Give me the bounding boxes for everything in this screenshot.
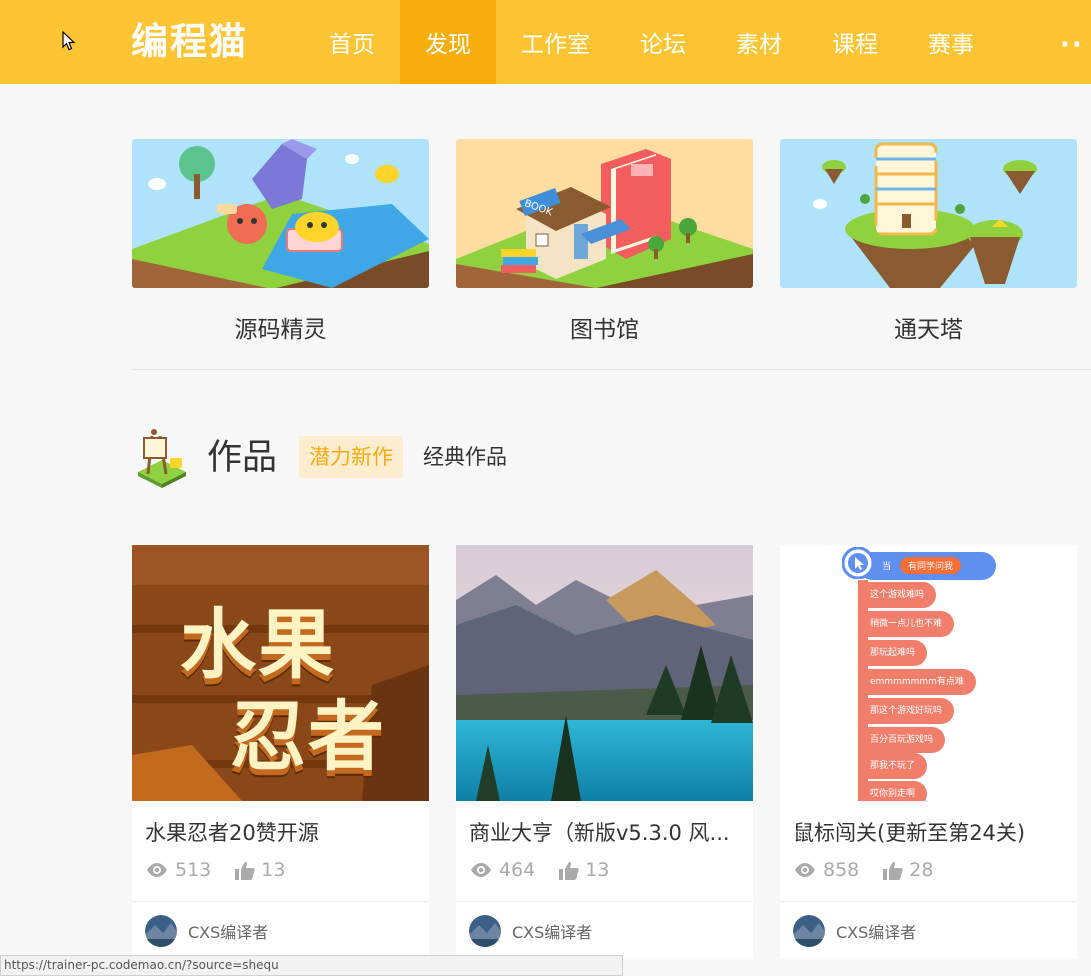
avatar xyxy=(469,915,501,947)
mouse-cursor-icon xyxy=(62,31,76,51)
work-title[interactable]: 商业大亨（新版v5.3.0 风... xyxy=(469,817,744,847)
view-count: 513 xyxy=(175,859,212,881)
code-blocks-cover: 当 有同学问我 这个游戏难吗 稍微一点儿也不难 那玩起难吗 emmmmmmm有点… xyxy=(780,545,1077,801)
thumb-up-icon xyxy=(883,861,903,880)
event-block: 当 有同学问我 xyxy=(858,552,996,580)
status-bar-url: https://trainer-pc.codemao.cn/?source=sh… xyxy=(0,955,623,976)
work-stats: 513 13 xyxy=(145,859,309,881)
nav-item-materials[interactable]: 素材 xyxy=(711,0,807,84)
author-name[interactable]: CXS编译者 xyxy=(836,919,916,943)
more-icon[interactable]: ·· xyxy=(1060,30,1084,60)
author-name[interactable]: CXS编译者 xyxy=(512,919,592,943)
nav-item-courses[interactable]: 课程 xyxy=(807,0,903,84)
feature-label: 图书馆 xyxy=(570,317,639,343)
thumb-up-icon xyxy=(559,861,579,880)
like-count: 13 xyxy=(261,859,286,881)
work-card[interactable]: 当 有同学问我 这个游戏难吗 稍微一点儿也不难 那玩起难吗 emmmmmmm有点… xyxy=(780,545,1077,959)
eye-icon xyxy=(795,863,815,877)
feature-card-library[interactable]: BOOK 图书馆 xyxy=(456,139,753,344)
cover-title-line-2: 忍者 xyxy=(230,692,386,781)
source-sprite-illustration xyxy=(132,139,429,288)
feature-label: 通天塔 xyxy=(894,317,963,343)
thumb-up-icon xyxy=(235,861,255,880)
view-count: 858 xyxy=(823,859,860,881)
work-author[interactable]: CXS编译者 xyxy=(793,915,916,947)
library-illustration: BOOK xyxy=(456,139,753,288)
eye-icon xyxy=(147,863,167,877)
tab-classic-works[interactable]: 经典作品 xyxy=(413,436,517,478)
avatar xyxy=(793,915,825,947)
work-title[interactable]: 水果忍者20赞开源 xyxy=(145,817,420,847)
main-nav: 首页 发现 工作室 论坛 素材 课程 赛事 xyxy=(304,0,999,84)
card-divider xyxy=(456,901,753,902)
say-block: 那玩起难吗 xyxy=(858,640,928,666)
lake-mountain-cover-image xyxy=(456,545,753,801)
say-block: 这个游戏难吗 xyxy=(858,582,937,608)
feature-label: 源码精灵 xyxy=(234,317,327,343)
like-count: 13 xyxy=(585,859,610,881)
feature-card-tower[interactable]: 通天塔 xyxy=(780,139,1077,344)
work-cover: 水果 忍者 xyxy=(132,545,429,801)
easel-icon xyxy=(138,429,186,488)
section-divider xyxy=(132,369,1091,370)
nav-item-forum[interactable]: 论坛 xyxy=(615,0,711,84)
say-block: 那这个游戏好玩吗 xyxy=(858,698,955,724)
nav-item-home[interactable]: 首页 xyxy=(304,0,400,84)
say-block: 稍微一点儿也不难 xyxy=(858,611,955,637)
card-divider xyxy=(132,901,429,902)
avatar xyxy=(145,915,177,947)
feature-card-source-sprite[interactable]: 源码精灵 xyxy=(132,139,429,344)
work-stats: 858 28 xyxy=(793,859,957,881)
nav-item-discover[interactable]: 发现 xyxy=(400,0,496,84)
nav-item-studio[interactable]: 工作室 xyxy=(496,0,615,84)
work-author[interactable]: CXS编译者 xyxy=(145,915,268,947)
view-count: 464 xyxy=(499,859,536,881)
like-count: 28 xyxy=(909,859,934,881)
site-logo[interactable]: 编程猫 xyxy=(131,20,248,64)
tab-new-works[interactable]: 潜力新作 xyxy=(299,436,403,478)
say-block: 哎你别走啊 xyxy=(858,781,928,801)
work-title[interactable]: 鼠标闯关(更新至第24关) xyxy=(793,817,1068,847)
card-divider xyxy=(780,901,1077,902)
works-section-title: 作品 xyxy=(207,438,278,478)
say-block: 那我不玩了 xyxy=(858,753,928,779)
say-block: emmmmmmm有点难 xyxy=(858,669,976,695)
work-card[interactable]: 水果 忍者 水果忍者20赞开源 513 13 CXS编译者 xyxy=(132,545,429,959)
say-block: 百分百玩游戏吗 xyxy=(858,727,946,753)
nav-item-contests[interactable]: 赛事 xyxy=(903,0,999,84)
work-author[interactable]: CXS编译者 xyxy=(469,915,592,947)
eye-icon xyxy=(471,863,491,877)
event-start-icon xyxy=(842,547,874,579)
work-card[interactable]: 商业大亨（新版v5.3.0 风... 464 13 CXS编译者 xyxy=(456,545,753,959)
top-nav-bar: 编程猫 首页 发现 工作室 论坛 素材 课程 赛事 ·· xyxy=(0,0,1091,84)
author-name[interactable]: CXS编译者 xyxy=(188,919,268,943)
work-stats: 464 13 xyxy=(469,859,633,881)
tower-illustration xyxy=(780,139,1077,288)
